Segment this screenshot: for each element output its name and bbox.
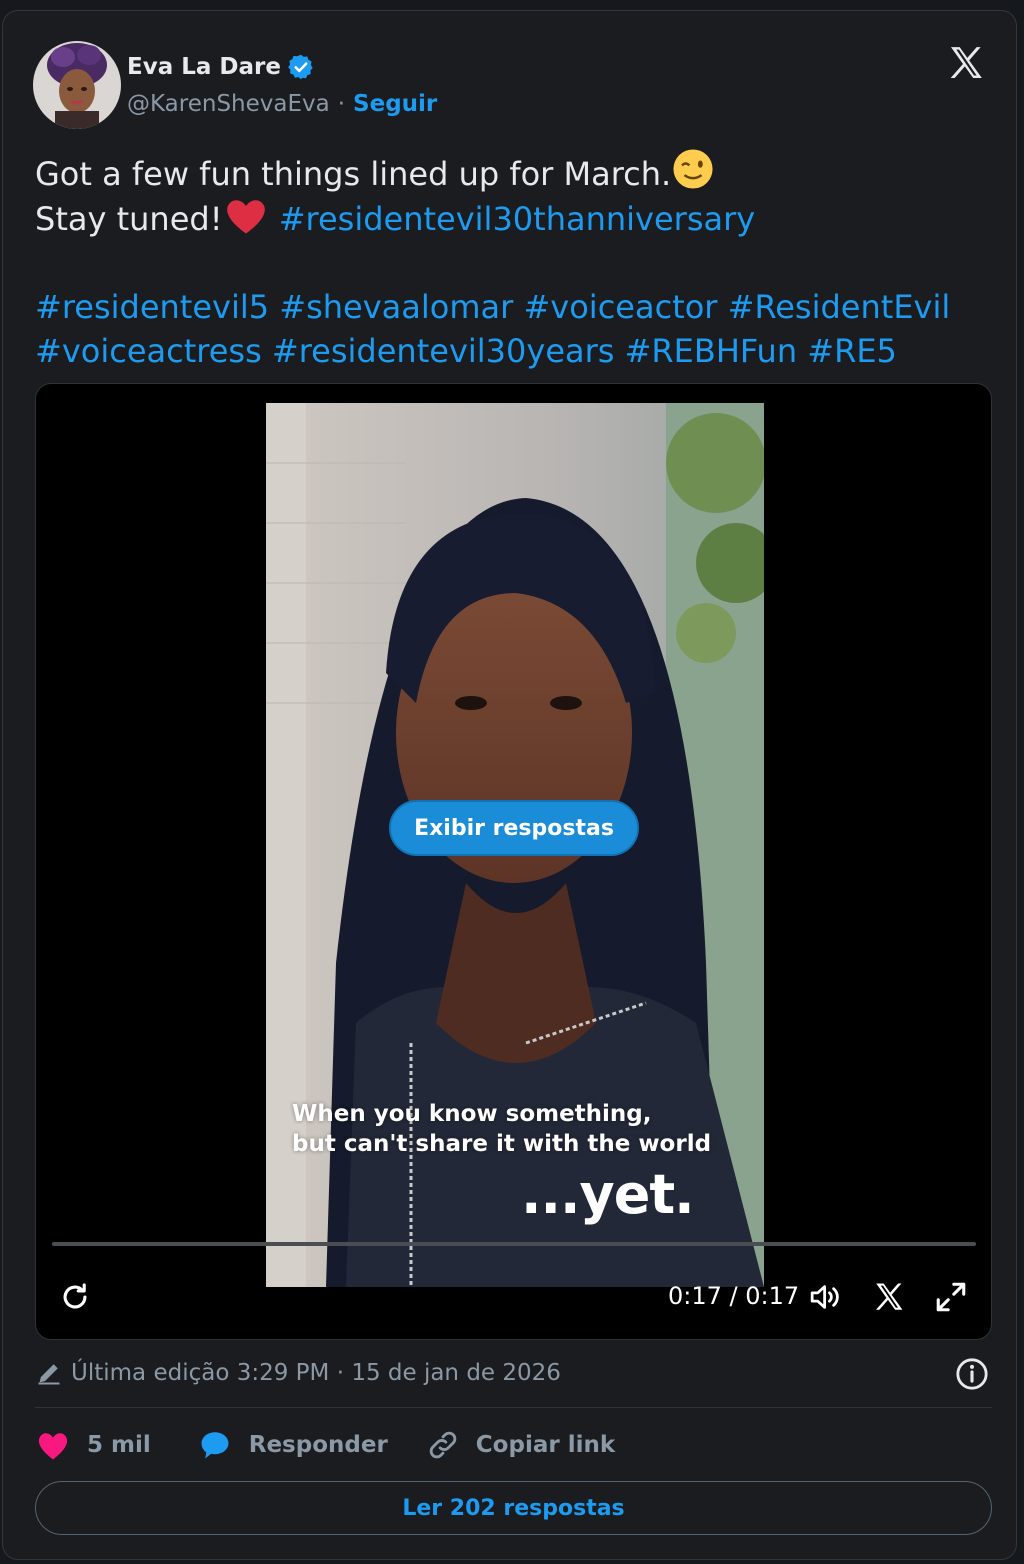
like-button[interactable]: 5 mil (35, 1429, 151, 1461)
copy-link-button[interactable]: Copiar link (426, 1428, 615, 1462)
video-caption: When you know something, but can't share… (292, 1099, 711, 1159)
tweet-text: Got a few fun things lined up for March.… (35, 147, 995, 373)
avatar-image (33, 41, 121, 129)
copy-link-label: Copiar link (475, 1432, 616, 1458)
winking-face-icon (673, 149, 713, 189)
info-icon[interactable] (955, 1357, 989, 1391)
like-count: 5 mil (87, 1432, 151, 1458)
red-heart-icon (226, 200, 265, 234)
avatar[interactable] (33, 41, 121, 129)
tweet-line1-text: Got a few fun things lined up for March. (35, 155, 672, 193)
tweet-line-2: Stay tuned! #residentevil30thanniversary (35, 196, 995, 241)
heart-icon (38, 1433, 68, 1460)
pencil-icon (38, 1364, 60, 1385)
volume-icon[interactable] (808, 1280, 844, 1314)
tweet-line2-text: Stay tuned! (35, 200, 223, 238)
follow-button[interactable]: Seguir (353, 91, 437, 117)
hashtag-link[interactable]: #voiceactress (35, 332, 262, 370)
hashtag-link[interactable]: #voiceactor (523, 288, 717, 326)
hashtag-link[interactable]: #residentevil5 (35, 288, 269, 326)
verified-badge-icon (288, 54, 313, 80)
hashtag-link[interactable]: #ResidentEvil (728, 288, 951, 326)
read-replies-button[interactable]: Ler 202 respostas (35, 1481, 992, 1535)
tweet-line-3: #residentevil5 #shevaalomar #voiceactor … (35, 285, 995, 329)
tweet-card: Eva La Dare @KarenShevaEva · Seguir Got … (2, 10, 1017, 1560)
reply-bubble-icon (201, 1432, 229, 1459)
x-logo-icon[interactable] (946, 43, 986, 83)
edited-label[interactable]: Última edição 3:29 PM · 15 de jan de 202… (71, 1360, 561, 1386)
author-handle-row: @KarenShevaEva · Seguir (127, 91, 437, 117)
reply-button[interactable]: Responder (197, 1428, 388, 1462)
link-icon (429, 1431, 457, 1459)
x-share-icon[interactable] (872, 1280, 906, 1314)
fullscreen-icon[interactable] (934, 1280, 968, 1314)
show-replies-button[interactable]: Exibir respostas (389, 800, 639, 856)
replay-icon[interactable] (58, 1280, 92, 1314)
hashtag-link[interactable]: #shevaalomar (279, 288, 513, 326)
video-progress-fill (52, 1242, 976, 1246)
video-caption-line-1: When you know something, (292, 1101, 652, 1127)
video-time: 0:17 / 0:17 (668, 1282, 800, 1310)
hashtag-link[interactable]: #RE5 (807, 332, 897, 370)
author-handle[interactable]: @KarenShevaEva (127, 91, 330, 117)
video-player[interactable]: When you know something, but can't share… (35, 383, 992, 1340)
divider (35, 1407, 992, 1408)
edited-info[interactable]: Última edição 3:29 PM · 15 de jan de 202… (35, 1355, 561, 1391)
video-progress-bar[interactable] (52, 1242, 976, 1246)
hashtag-link[interactable]: #residentevil30thanniversary (279, 200, 756, 238)
video-caption-line-2: but can't share it with the world (292, 1131, 712, 1157)
author-name[interactable]: Eva La Dare (127, 54, 281, 80)
tweet-line-4: #voiceactress #residentevil30years #REBH… (35, 329, 995, 373)
video-caption-yet: ...yet. (521, 1163, 695, 1226)
separator-dot: · (337, 91, 346, 117)
hashtag-link[interactable]: #REBHFun (625, 332, 798, 370)
action-bar: 5 mil Responder Copiar link (35, 1423, 615, 1467)
hashtag-link[interactable]: #residentevil30years (272, 332, 615, 370)
tweet-line-1: Got a few fun things lined up for March. (35, 147, 995, 196)
reply-label: Responder (248, 1432, 388, 1458)
author-name-row[interactable]: Eva La Dare (127, 51, 315, 83)
